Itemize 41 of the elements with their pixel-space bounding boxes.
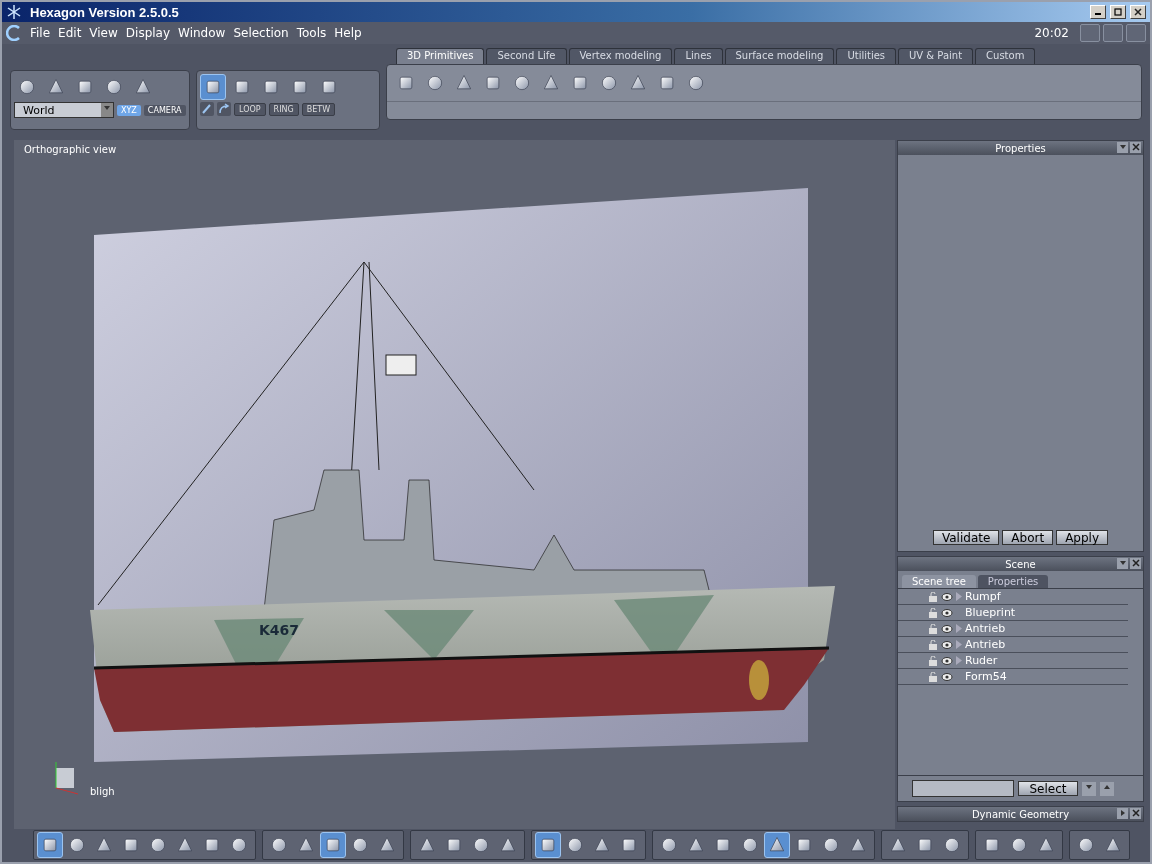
toolbar-tab[interactable]: 3D Primitives [396, 48, 485, 64]
menu-item[interactable]: Help [330, 26, 366, 40]
window-title: Hexagon Version 2.5.0.5 [30, 4, 180, 20]
toolbar-tab[interactable]: Lines [674, 48, 723, 64]
selection-button[interactable]: LOOP [234, 102, 266, 116]
toolbar-tab[interactable]: Second Life [486, 48, 567, 64]
panel-tab[interactable]: Properties [977, 575, 1049, 588]
toolbar-tab[interactable]: Surface modeling [724, 48, 835, 64]
menu-item[interactable]: Window [174, 26, 230, 40]
panel-button[interactable]: Validate [932, 530, 1000, 545]
toolbar-tab[interactable]: UV & Paint [898, 48, 974, 64]
panel-title: Scene [1005, 558, 1036, 570]
menu-item[interactable]: Tools [292, 26, 331, 40]
scene-item[interactable]: Antrieb [965, 638, 1006, 651]
menu-item[interactable]: Display [121, 26, 175, 40]
panel-title: Properties [995, 142, 1046, 154]
toolbar-tab[interactable]: Custom [975, 48, 1036, 64]
panel-button[interactable]: Apply [1056, 530, 1109, 545]
panel-tab[interactable]: Scene tree [902, 575, 976, 588]
hull-marking: K467 [259, 622, 300, 638]
scene-item[interactable]: Antrieb [965, 622, 1006, 635]
scene-item[interactable]: Blueprint [965, 606, 1016, 619]
toolbar-tab[interactable]: Utilities [836, 48, 897, 64]
view-label: Orthographic view [24, 144, 117, 155]
panel-title: Dynamic Geometry [971, 808, 1070, 820]
menu-item[interactable]: View [85, 26, 122, 40]
panel-button[interactable]: Abort [1002, 530, 1054, 545]
toolbar-tab[interactable]: Vertex modeling [568, 48, 673, 64]
scene-item[interactable]: Form54 [965, 670, 1007, 683]
camera-label: bligh [90, 786, 115, 797]
select-button[interactable]: Select [1018, 781, 1078, 796]
selection-button[interactable]: RING [268, 102, 299, 116]
menu-item[interactable]: File [26, 26, 55, 40]
clock: 20:02 [1034, 26, 1069, 40]
selection-button[interactable]: BETW [301, 102, 336, 116]
space-dropdown[interactable]: World [14, 102, 114, 118]
menu-item[interactable]: Selection [229, 26, 293, 40]
menu-item[interactable]: Edit [54, 26, 86, 40]
scene-item[interactable]: Rumpf [965, 590, 1001, 603]
scene-item[interactable]: Ruder [965, 654, 998, 667]
mode-toggle[interactable]: CAMERA [143, 104, 186, 116]
